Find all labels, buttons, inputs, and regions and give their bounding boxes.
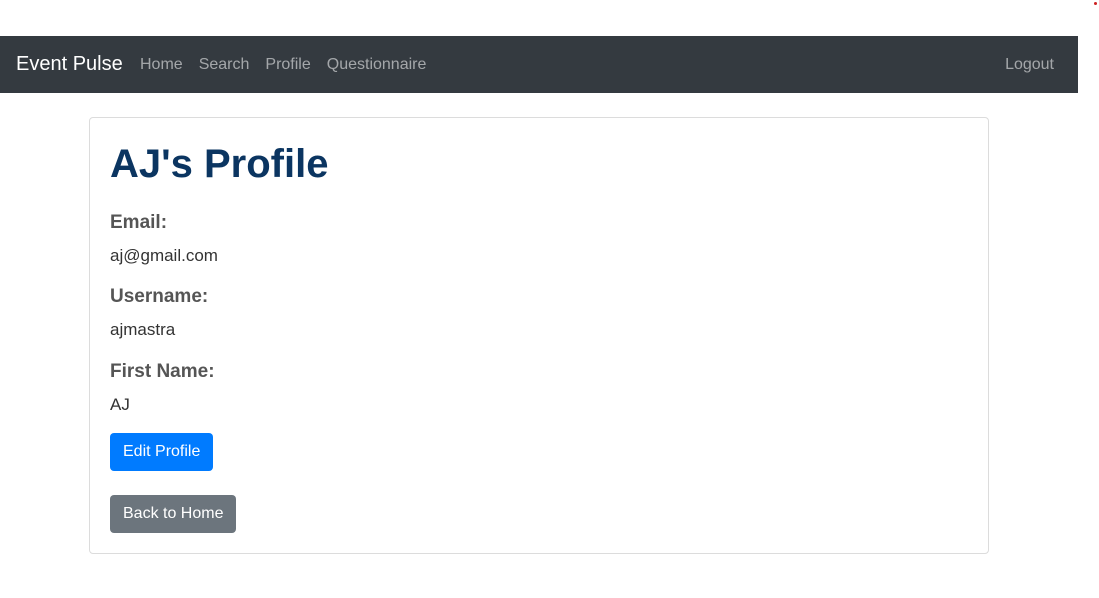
top-navbar: Event Pulse Home Search Profile Question…	[0, 36, 1078, 93]
brand-link[interactable]: Event Pulse	[16, 36, 123, 93]
back-to-home-button[interactable]: Back to Home	[110, 495, 237, 533]
page-title: AJ's Profile	[110, 142, 329, 186]
profile-card: AJ's Profile Email: aj@gmail.com Usernam…	[89, 117, 989, 554]
corner-marker-dot	[1094, 2, 1097, 5]
nav-link-search[interactable]: Search	[199, 36, 250, 93]
nav-links: Home Search Profile Questionnaire	[140, 36, 442, 93]
logout-link[interactable]: Logout	[1005, 36, 1054, 93]
edit-profile-button[interactable]: Edit Profile	[110, 433, 214, 471]
nav-link-home[interactable]: Home	[140, 36, 183, 93]
nav-link-profile[interactable]: Profile	[265, 36, 310, 93]
email-label: Email:	[110, 212, 168, 233]
first-name-label: First Name:	[110, 361, 215, 382]
email-value: aj@gmail.com	[110, 246, 218, 265]
first-name-value: AJ	[110, 395, 130, 414]
nav-link-questionnaire[interactable]: Questionnaire	[327, 36, 427, 93]
username-label: Username:	[110, 286, 209, 307]
username-value: ajmastra	[110, 320, 176, 339]
